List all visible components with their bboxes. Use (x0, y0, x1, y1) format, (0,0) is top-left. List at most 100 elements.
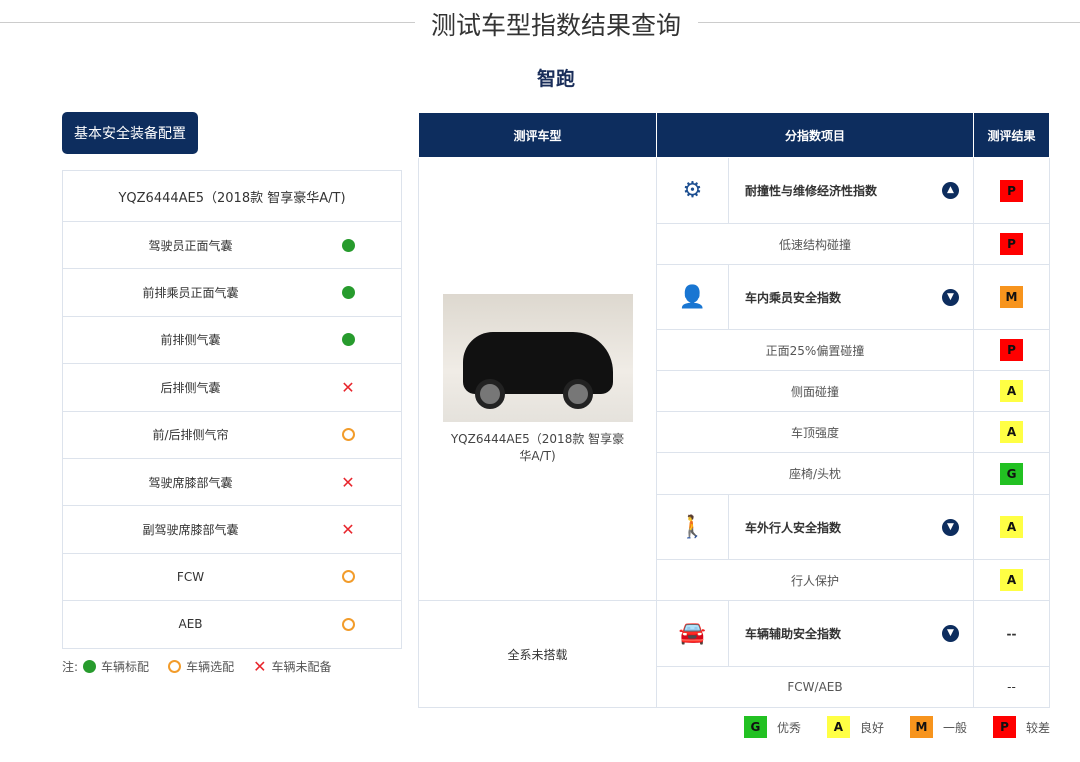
model-name: 智跑 (536, 68, 575, 90)
not-equipped-cell: 全系未搭载 (418, 600, 657, 708)
sub-item: 正面25%偏置碰撞 (656, 329, 974, 371)
result-cell: A (973, 411, 1050, 453)
note-optional: 车辆选配 (186, 660, 235, 674)
not-equipped-icon: ✕ (341, 472, 355, 492)
result-badge: A (1000, 569, 1023, 591)
result-text: -- (1006, 626, 1017, 641)
result-cell: G (973, 452, 1050, 495)
result-cell: A (973, 494, 1050, 560)
legend-badge: A (826, 716, 850, 738)
equipment-label: 前/后排侧气帘 (152, 428, 229, 443)
sub-item: FCW/AEB (656, 666, 974, 708)
optional-icon (168, 660, 182, 673)
standard-icon (83, 660, 97, 673)
collapse-icon[interactable]: ▲ (942, 182, 959, 199)
result-cell: P (973, 329, 1050, 371)
equipment-vehicle: YQZ6444AE5（2018款 智享豪华A/T) (118, 190, 346, 206)
equipment-row: 前/后排侧气帘 (63, 410, 401, 458)
equipment-status: ✕ (318, 377, 378, 397)
standard-icon (341, 333, 355, 347)
expand-icon[interactable]: ▼ (942, 288, 959, 306)
result-cell: -- (973, 600, 1050, 667)
not-equipped-icon: ✕ (341, 520, 355, 540)
result-badge: P (1000, 233, 1023, 255)
result-badge: P (1000, 179, 1023, 202)
note-standard: 车辆标配 (101, 660, 150, 674)
driver-assist-icon: 🚘 (656, 600, 729, 667)
result-badge: P (1000, 339, 1023, 361)
result-badge: G (1000, 462, 1023, 485)
vehicle-cell: YQZ6444AE5（2018款 智享豪华A/T) (418, 157, 657, 601)
sub-item: 车顶强度 (656, 411, 974, 453)
index-label: 车内乘员安全指数 (745, 290, 842, 305)
equipment-row: 副驾驶席膝部气囊 ✕ (63, 505, 401, 552)
sub-item: 侧面碰撞 (656, 370, 974, 412)
index-driver-assist[interactable]: 车辆辅助安全指数 ▼ (728, 600, 974, 667)
not-equipped-icon: ✕ (253, 657, 267, 676)
vehicle-caption: YQZ6444AE5（2018款 智享豪华A/T) (450, 432, 625, 463)
result-cell: P (973, 223, 1050, 265)
equipment-row: AEB (63, 600, 401, 647)
expand-icon[interactable]: ▼ (942, 625, 959, 642)
not-equipped-icon: ✕ (341, 377, 355, 397)
index-crash-repair[interactable]: 耐撞性与维修经济性指数 ▲ (728, 157, 974, 224)
index-pedestrian[interactable]: 车外行人安全指数 ▼ (728, 494, 974, 560)
equipment-label: 驾驶员正面气囊 (148, 238, 233, 253)
results-table: 测评车型 分指数项目 测评结果 YQZ6444AE5（2018款 智享豪华A/T… (418, 112, 1050, 708)
note-none: 车辆未配备 (271, 660, 332, 674)
equipment-status (318, 333, 378, 347)
header-vehicle: 测评车型 (418, 112, 657, 158)
result-cell: -- (973, 666, 1050, 708)
legend-badge: M (909, 716, 933, 738)
equipment-row: 前排侧气囊 (63, 315, 401, 363)
index-label: 车辆辅助安全指数 (745, 627, 842, 641)
optional-icon (341, 428, 355, 442)
result-cell: P (973, 157, 1050, 224)
rating-legend: G 优秀 A 良好 M 一般 P 较差 (718, 716, 1050, 738)
legend-label: 优秀 (776, 720, 801, 735)
occupant-seatbelt-icon: 👤 (656, 264, 729, 330)
standard-icon (341, 238, 355, 252)
equipment-table: YQZ6444AE5（2018款 智享豪华A/T) 驾驶员正面气囊 前排乘员正面气… (62, 170, 402, 649)
equipment-status (318, 570, 378, 584)
header-subindex: 分指数项目 (656, 112, 974, 158)
result-badge: M (1000, 286, 1023, 308)
result-cell: M (973, 264, 1050, 330)
optional-icon (341, 570, 355, 584)
vehicle-photo (442, 294, 633, 422)
standard-icon (341, 286, 355, 300)
result-badge: A (1000, 421, 1023, 443)
legend-label: 良好 (859, 720, 884, 735)
equipment-row: 后排侧气囊 ✕ (63, 363, 401, 410)
result-cell: A (973, 559, 1050, 601)
legend-label: 较差 (1025, 720, 1050, 735)
equipment-row: 驾驶席膝部气囊 ✕ (63, 457, 401, 505)
equipment-label: FCW (176, 569, 205, 584)
sub-item: 行人保护 (656, 559, 974, 601)
equipment-label: 后排侧气囊 (160, 380, 221, 395)
pedestrian-icon: 🚶 (656, 494, 729, 560)
equipment-row: FCW (63, 552, 401, 600)
legend-label: 一般 (942, 720, 967, 735)
index-occupant[interactable]: 车内乘员安全指数 ▼ (728, 264, 974, 330)
optional-icon (341, 617, 355, 631)
result-badge: A (1000, 516, 1023, 538)
crash-repair-icon: ⚙ (656, 157, 729, 224)
equipment-row: 前排乘员正面气囊 (63, 268, 401, 315)
equipment-label: 前排侧气囊 (160, 333, 221, 348)
expand-icon[interactable]: ▼ (942, 518, 959, 536)
legend-badge: P (992, 716, 1016, 738)
equipment-status: ✕ (318, 520, 378, 540)
equipment-status (318, 286, 378, 300)
result-badge: A (1000, 380, 1023, 402)
result-text: -- (1007, 680, 1016, 694)
sub-item: 低速结构碰撞 (656, 223, 974, 265)
index-label: 耐撞性与维修经济性指数 (745, 184, 878, 198)
index-label: 车外行人安全指数 (745, 520, 842, 535)
equipment-label: 副驾驶席膝部气囊 (142, 523, 239, 538)
equipment-label: 前排乘员正面气囊 (142, 286, 239, 301)
result-cell: A (973, 370, 1050, 412)
basic-safety-equipment-tab[interactable]: 基本安全装备配置 (62, 112, 198, 154)
header-result: 测评结果 (973, 112, 1050, 158)
page-title: 测试车型指数结果查询 (430, 11, 681, 40)
